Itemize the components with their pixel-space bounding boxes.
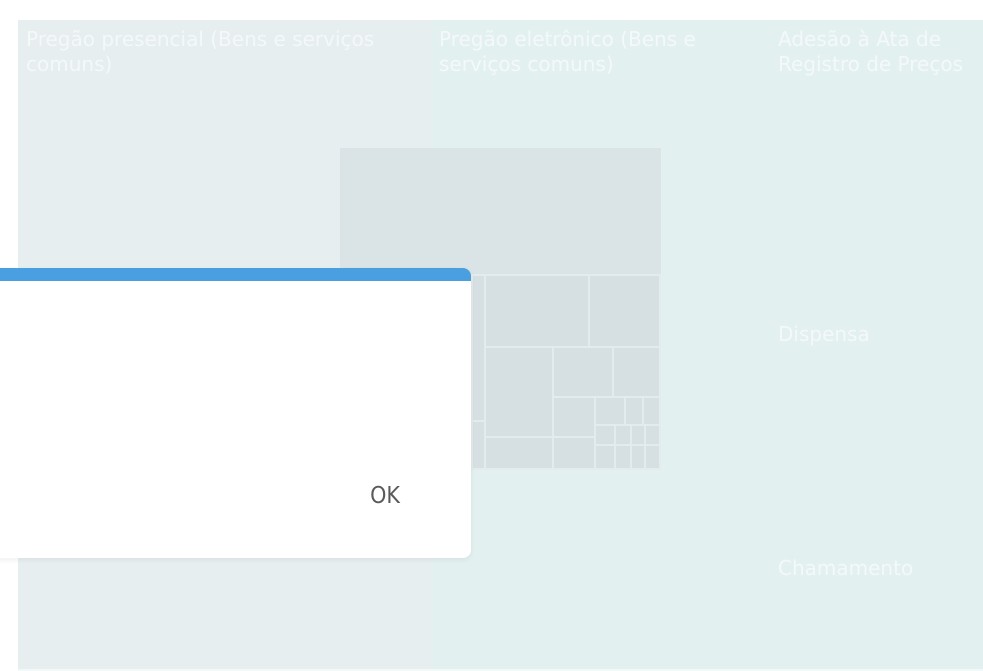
preview-cell: [642, 396, 661, 426]
preview-cell: [644, 424, 661, 446]
preview-cell: [594, 444, 616, 470]
preview-cell: [594, 396, 626, 426]
preview-cell: [484, 346, 554, 438]
alert-dialog: OK: [0, 268, 471, 558]
treemap-tile-label: Pregão eletrônico (Bens e serviços comun…: [439, 27, 696, 76]
treemap-tile-label: Chamamento: [778, 556, 914, 580]
preview-cell: [594, 424, 616, 446]
page: Pregão presencial (Bens e serviços comun…: [0, 0, 983, 671]
preview-cell: [552, 346, 614, 398]
treemap-tile-label: Adesão à Ata de Registro de Preços: [778, 27, 963, 76]
dialog-accent-bar: [0, 268, 471, 281]
treemap-tile-chamamento[interactable]: Chamamento: [770, 549, 983, 671]
preview-cell: [484, 274, 590, 348]
treemap-tile-dispensa[interactable]: Dispensa: [770, 315, 980, 551]
treemap-tile-adesao-ata[interactable]: Adesão à Ata de Registro de Preços: [770, 20, 983, 317]
preview-cell: [552, 436, 596, 470]
ok-button[interactable]: OK: [358, 476, 412, 516]
preview-cell: [612, 346, 661, 398]
preview-cell: [471, 274, 486, 422]
preview-cell: [484, 436, 554, 470]
preview-cell: [644, 444, 661, 470]
preview-cell: [624, 396, 644, 426]
treemap-tile-label: Pregão presencial (Bens e serviços comun…: [26, 27, 375, 76]
preview-cell: [588, 274, 661, 348]
dialog-body: [0, 281, 471, 461]
treemap-tile-dispensa-rest[interactable]: [978, 315, 983, 551]
preview-cell: [552, 396, 596, 438]
treemap-tile-label: Dispensa: [778, 322, 870, 346]
preview-cell: [340, 148, 661, 276]
preview-cell: [471, 420, 486, 470]
